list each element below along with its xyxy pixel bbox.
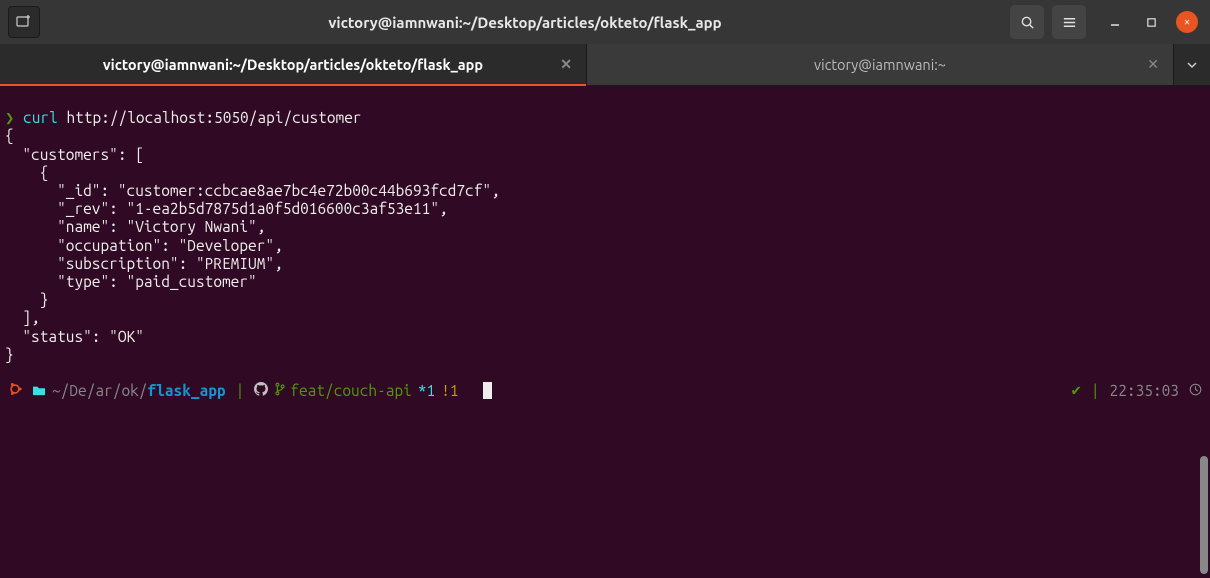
output-line: "_id": "customer:ccbcae8ae7bc4e72b00c44b… [5,182,508,199]
command-arg: http://localhost:5050/api/customer [66,109,361,126]
window-titlebar: victory@iamnwani:~/Desktop/articles/okte… [0,0,1210,44]
new-tab-button[interactable] [8,6,40,38]
output-line: "subscription": "PREMIUM", [5,255,291,272]
minimize-button[interactable] [1104,11,1126,33]
window-controls [1104,11,1198,33]
clock-time: 22:35:03 [1110,382,1179,399]
output-line: "occupation": "Developer", [5,237,291,254]
tab-bar: victory@iamnwani:~/Desktop/articles/okte… [0,44,1210,86]
separator: | [1091,382,1100,399]
ubuntu-icon [8,382,22,399]
search-button[interactable] [1010,5,1044,39]
close-button[interactable] [1176,11,1198,33]
cwd-path-last: flask_app [147,382,225,399]
chevron-down-icon [1187,60,1197,70]
git-branch-name: feat/couch-api [290,382,412,399]
statusline-right: ✔ | 22:35:03 [1072,381,1202,399]
tab-label: victory@iamnwani:~ [814,56,946,73]
hamburger-menu-button[interactable] [1052,5,1086,39]
git-modified-count: !1 [441,382,458,399]
tab-close-icon[interactable]: ✕ [1147,56,1159,73]
terminal-new-icon [16,14,32,30]
maximize-button[interactable] [1140,11,1162,33]
search-icon [1020,15,1035,30]
separator: | [236,382,245,399]
tab-close-icon[interactable]: ✕ [560,56,572,73]
terminal-viewport[interactable]: ❯ curl http://localhost:5050/api/custome… [0,86,1210,369]
maximize-icon [1146,17,1157,28]
cursor-block [483,382,492,399]
command-name: curl [23,109,58,126]
hamburger-icon [1062,15,1077,30]
prompt-caret: ❯ [5,109,14,126]
minimize-icon [1109,16,1121,28]
scrollbar[interactable] [1198,86,1210,578]
scrollbar-thumb[interactable] [1200,456,1208,574]
tab-label: victory@iamnwani:~/Desktop/articles/okte… [103,56,483,73]
prompt-statusline: ~/De/ar/ok/flask_app | feat/couch-api *1… [0,379,1210,401]
octocat-icon [254,382,268,399]
status-ok-icon: ✔ [1072,381,1081,399]
output-line: "type": "paid_customer" [5,273,257,290]
output-line: "customers": [ [5,146,144,163]
output-line: "status": "OK" [5,328,144,345]
git-branch-icon [274,382,286,399]
tab-1[interactable]: victory@iamnwani:~/Desktop/articles/okte… [0,44,587,85]
output-line: "_rev": "1-ea2b5d7875d1a0f5d016600c3af53… [5,200,456,217]
output-line: ], [5,309,48,326]
folder-icon [32,382,46,399]
tab-2[interactable]: victory@iamnwani:~ ✕ [587,44,1174,85]
output-line: "name": "Victory Nwani", [5,218,274,235]
output-line: { [5,164,48,181]
output-line: } [5,346,14,363]
cwd-path-prefix: ~/De/ar/ok/ [52,382,147,399]
output-line: { [5,127,14,144]
tab-dropdown-button[interactable] [1174,44,1210,85]
output-line: } [5,291,48,308]
git-staged-count: *1 [418,382,435,399]
window-title: victory@iamnwani:~/Desktop/articles/okte… [48,14,1002,31]
